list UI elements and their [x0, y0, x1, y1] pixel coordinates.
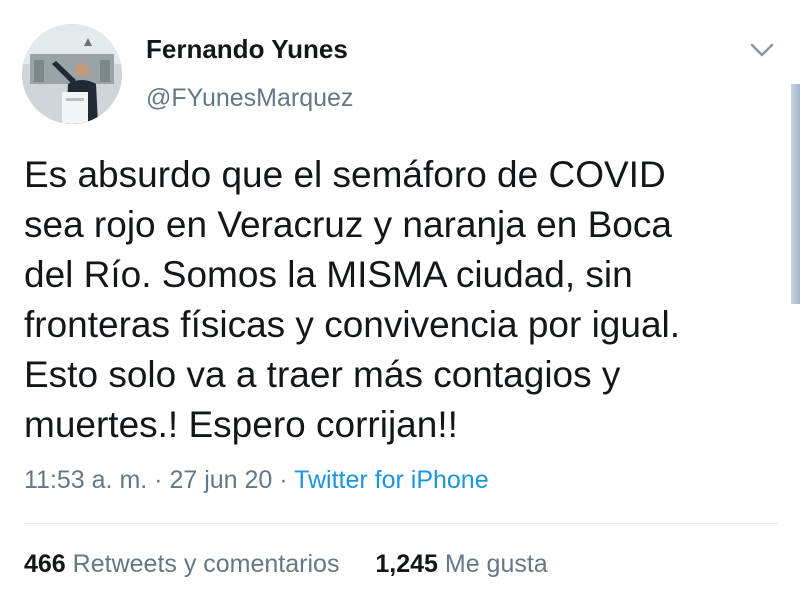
tweet-date: 27 jun 20: [169, 466, 273, 494]
likes-label: Me gusta: [444, 550, 548, 578]
chevron-down-icon[interactable]: [748, 38, 776, 62]
likes-stat[interactable]: 1,245 Me gusta: [375, 550, 547, 578]
retweets-count: 466: [24, 550, 66, 578]
author-name[interactable]: Fernando Yunes: [146, 34, 348, 65]
edge-strip: [791, 84, 800, 304]
likes-count: 1,245: [375, 550, 438, 578]
tweet-card: Fernando Yunes @FYunesMarquez Es absurdo…: [0, 0, 800, 600]
retweets-stat[interactable]: 466 Retweets y comentarios: [24, 550, 346, 578]
retweets-label: Retweets y comentarios: [72, 550, 340, 578]
avatar[interactable]: [22, 24, 122, 124]
tweet-stats: 466 Retweets y comentarios 1,245 Me gust…: [24, 550, 548, 579]
tweet-time: 11:53 a. m.: [24, 466, 148, 494]
tweet-source-link[interactable]: Twitter for iPhone: [294, 466, 489, 494]
meta-separator: ·: [272, 466, 295, 494]
profile-photo-icon: [22, 24, 122, 124]
tweet-text: Es absurdo que el semáforo de COVID sea …: [24, 154, 681, 445]
divider: [24, 523, 778, 524]
meta-separator: ·: [147, 466, 170, 494]
tweet-meta: 11:53 a. m. · 27 jun 20 · Twitter for iP…: [24, 466, 489, 495]
author-handle[interactable]: @FYunesMarquez: [146, 84, 353, 113]
